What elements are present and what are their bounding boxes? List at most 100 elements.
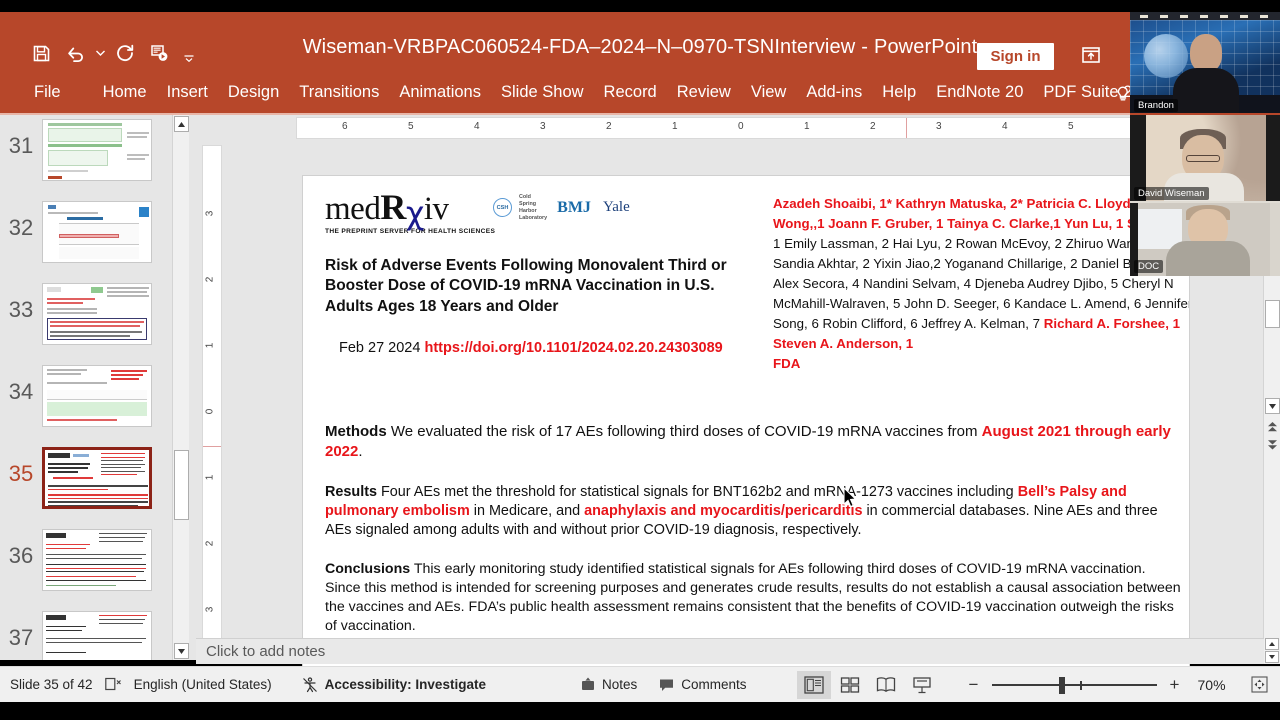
tab-review[interactable]: Review — [667, 78, 741, 107]
notes-scroll-up-arrow-icon[interactable] — [1265, 638, 1279, 650]
results-text-2: in Medicare, and — [469, 503, 585, 520]
zoom-out-button[interactable]: − — [961, 672, 987, 698]
undo-icon[interactable] — [58, 38, 92, 68]
medrxiv-med: med — [325, 191, 381, 227]
thumbnail-preview[interactable] — [42, 283, 152, 345]
language-indicator[interactable]: English (United States) — [134, 677, 272, 692]
thumbnail-preview[interactable] — [42, 611, 152, 660]
notes-placeholder[interactable]: Click to add notes — [206, 643, 325, 660]
hruler-tick-5l: 5 — [408, 121, 414, 132]
vruler-tick-3t: 3 — [204, 210, 216, 217]
horizontal-ruler[interactable]: 6 5 4 3 2 1 0 1 2 3 4 5 — [296, 117, 1188, 139]
hruler-tick-4r: 4 — [1002, 121, 1008, 132]
thumbnails-scrollbar[interactable] — [172, 115, 189, 660]
save-icon[interactable] — [24, 38, 58, 68]
slide-counter-label: Slide 35 of 42 — [10, 677, 93, 692]
zoom-control: − + 70% — [961, 672, 1274, 698]
vruler-tick-1b: 1 — [204, 474, 216, 481]
notes-scroll-down-arrow-icon[interactable] — [1265, 651, 1279, 663]
slide-scrollbar-thumb[interactable] — [1265, 300, 1280, 328]
zoom-slider[interactable] — [987, 672, 1162, 698]
present-icon[interactable] — [142, 38, 176, 68]
publication-date: Feb 27 2024 — [339, 340, 421, 356]
thumbnail-preview[interactable] — [42, 201, 152, 263]
tab-slide-show[interactable]: Slide Show — [491, 78, 594, 107]
medrxiv-chi: χ — [405, 194, 424, 232]
thumbnails-scroll-up-arrow-icon[interactable] — [174, 116, 189, 132]
fit-to-window-icon[interactable] — [1246, 672, 1274, 698]
zoom-in-button[interactable]: + — [1162, 672, 1188, 698]
thumbnail-preview[interactable] — [42, 119, 152, 181]
slide-scroll-down-arrow-icon[interactable] — [1265, 398, 1280, 414]
redo-icon[interactable] — [108, 38, 142, 68]
cshl-logo-text: Cold Spring Harbor Laboratory — [519, 194, 548, 221]
customize-quick-access-toolbar-chevron-down-icon[interactable] — [176, 38, 202, 68]
results-text-1: Four AEs met the threshold for statistic… — [376, 484, 1018, 500]
tab-insert[interactable]: Insert — [157, 78, 218, 107]
methods-label: Methods — [325, 423, 387, 440]
hruler-tick-3l: 3 — [540, 121, 546, 132]
tab-endnote-20[interactable]: EndNote 20 — [926, 78, 1033, 107]
thumbnail-preview[interactable] — [42, 365, 152, 427]
normal-view-icon[interactable] — [796, 670, 831, 699]
slide-canvas-area[interactable]: medRχiv THE PREPRINT SERVER FOR HEALTH S… — [230, 145, 1190, 675]
powerpoint-window: Wiseman-VRBPAC060524-FDA–2024–N–0970-TSN… — [0, 0, 1280, 720]
notes-toggle-button[interactable]: Notes — [581, 677, 637, 692]
notes-pane[interactable]: Click to add notes — [196, 638, 1264, 664]
accessibility-status[interactable]: Accessibility: Investigate — [302, 676, 486, 693]
app-name: PowerPoint — [874, 36, 978, 58]
slide-counter[interactable]: Slide 35 of 42 — [10, 677, 93, 692]
thumbnail-preview-selected[interactable] — [42, 447, 152, 509]
zoom-level-label[interactable]: 70% — [1198, 677, 1240, 693]
tab-design[interactable]: Design — [218, 78, 289, 107]
tab-record[interactable]: Record — [594, 78, 667, 107]
slide-count-icon[interactable] — [104, 677, 122, 692]
tab-view[interactable]: View — [741, 78, 796, 107]
window-bottom-margin — [0, 702, 1280, 720]
hruler-tick-2l: 2 — [606, 121, 612, 132]
sign-in-button[interactable]: Sign in — [977, 43, 1054, 70]
previous-slide-double-arrow-icon[interactable] — [1266, 420, 1279, 434]
publisher-logos: CSH Cold Spring Harbor Laboratory BMJ Yale — [493, 194, 630, 222]
video-tile-brandon[interactable]: Brandon — [1130, 12, 1280, 115]
thumbnails-scroll-down-arrow-icon[interactable] — [174, 643, 189, 659]
slide-sorter-icon[interactable] — [833, 671, 867, 699]
thumbnail-item-34[interactable]: 34 — [0, 365, 172, 427]
tab-add-ins[interactable]: Add-ins — [796, 78, 872, 107]
thumbnail-item-31[interactable]: 31 — [0, 119, 172, 181]
tab-transitions[interactable]: Transitions — [289, 78, 389, 107]
author-segment-red-1: Azadeh Shoaibi, 1* Kathryn Matuska, 2* P… — [773, 196, 1190, 231]
undo-dropdown-chevron-down-icon[interactable] — [92, 38, 108, 68]
tab-animations[interactable]: Animations — [389, 78, 491, 107]
vertical-ruler[interactable]: 3 2 1 0 1 2 3 — [202, 145, 222, 650]
video-tile-david-wiseman[interactable]: David Wiseman — [1130, 115, 1280, 203]
thumbnail-item-36[interactable]: 36 — [0, 529, 172, 591]
tab-file[interactable]: File — [24, 78, 71, 107]
current-slide[interactable]: medRχiv THE PREPRINT SERVER FOR HEALTH S… — [302, 175, 1190, 675]
doi-link[interactable]: https://doi.org/10.1101/2024.02.20.24303… — [424, 340, 722, 356]
notes-scrollbar[interactable] — [1264, 638, 1280, 664]
video-tile-doc[interactable]: DOC — [1130, 203, 1280, 276]
notes-label: Notes — [601, 677, 638, 692]
comments-button[interactable]: Comments — [659, 677, 747, 692]
methods-text-2: . — [358, 442, 363, 460]
zoom-slider-handle[interactable] — [1058, 676, 1065, 694]
tab-home[interactable]: Home — [93, 78, 157, 107]
thumbnail-item-37[interactable]: 37 — [0, 611, 172, 660]
vruler-tick-0: 0 — [204, 408, 216, 415]
thumbnails-scrollbar-thumb[interactable] — [174, 450, 189, 520]
reading-view-icon[interactable] — [869, 671, 903, 699]
results-highlight-2: anaphylaxis and myocarditis/pericarditis — [584, 503, 863, 520]
notes-icon — [581, 677, 595, 692]
slide-show-icon[interactable] — [905, 671, 939, 699]
ribbon-tab-bar: File Home Insert Design Transitions Anim… — [0, 70, 1280, 115]
ribbon-tabs: File Home Insert Design Transitions Anim… — [24, 70, 1170, 115]
thumbnail-preview[interactable] — [42, 529, 152, 591]
thumbnail-item-33[interactable]: 33 — [0, 283, 172, 345]
thumbnail-item-35[interactable]: 35 — [0, 447, 172, 509]
restore-window-icon[interactable] — [1076, 40, 1106, 70]
next-slide-double-arrow-icon[interactable] — [1266, 437, 1279, 451]
slide-thumbnails-pane[interactable]: 31 32 33 34 35 36 37 — [0, 115, 172, 660]
thumbnail-item-32[interactable]: 32 — [0, 201, 172, 263]
tab-help[interactable]: Help — [872, 78, 926, 107]
